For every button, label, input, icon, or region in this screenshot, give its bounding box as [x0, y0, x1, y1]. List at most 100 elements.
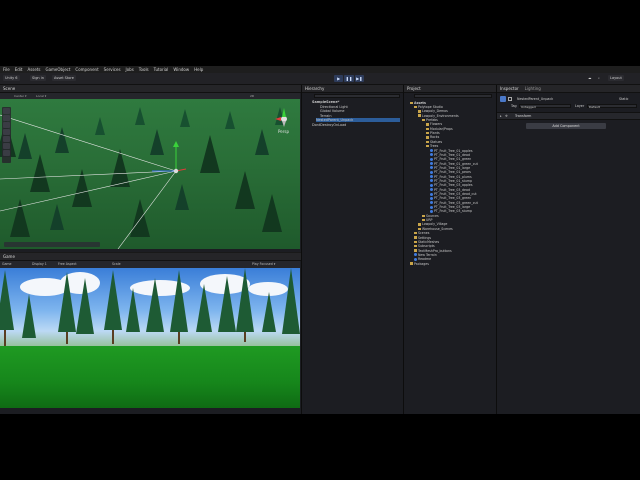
game-tree [126, 288, 140, 332]
static-toggle[interactable]: Static [619, 97, 628, 101]
scale-tool-icon[interactable] [3, 129, 10, 135]
account-button[interactable]: Unity 6 [3, 75, 20, 81]
inspector-panel: NestedParent_Unpack Static Tag Untagged … [497, 93, 640, 414]
folder-icon [410, 101, 413, 105]
unity-editor-window: File Edit Assets GameObject Component Service… [0, 66, 640, 414]
move-tool-icon[interactable] [3, 115, 10, 121]
divider[interactable] [301, 85, 302, 414]
rect-tool-icon[interactable] [3, 136, 10, 142]
project-search-input[interactable] [414, 94, 492, 98]
layer-dropdown[interactable]: Default [587, 104, 637, 109]
step-button[interactable]: ▶❚ [354, 75, 364, 82]
folder-icon [410, 262, 413, 265]
play-button[interactable]: ▶ [334, 75, 344, 82]
folder-icon [414, 105, 417, 109]
tab-scene[interactable]: Scene [0, 85, 18, 92]
orientation-gizmo[interactable]: Persp [274, 105, 294, 135]
tree-trunk [244, 332, 246, 342]
hierarchy-item-selected[interactable]: NestedParent_Unpack [316, 118, 400, 122]
tree-trunk [112, 330, 114, 344]
menu-item-gameobject[interactable]: GameObject [45, 66, 70, 73]
game-mode-dropdown[interactable]: Game [2, 262, 12, 267]
scene-root[interactable]: SampleScene* [312, 100, 339, 104]
menu-item-file[interactable]: File [3, 66, 10, 73]
game-tree [170, 270, 188, 332]
display-dropdown[interactable]: Display 1 [32, 262, 47, 267]
menu-item-assets[interactable]: Assets [27, 66, 40, 73]
tag-label: Tag [511, 104, 517, 108]
cloud-icon[interactable]: ☁ [586, 75, 594, 81]
pivot-local-dropdown[interactable]: Local ▾ [36, 94, 46, 98]
prefab-icon [430, 153, 433, 157]
tag-dropdown[interactable]: Untagged [519, 104, 571, 109]
hand-tool-icon[interactable] [3, 108, 10, 114]
menu-item-jobs[interactable]: Jobs [126, 66, 134, 73]
hierarchy-item[interactable]: DontDestroyOnLoad [312, 123, 346, 127]
transform-tool-icon[interactable] [3, 143, 10, 149]
2d-toggle[interactable]: 2D [250, 94, 254, 98]
play-controls: ▶ ❚❚ ▶❚ [334, 75, 364, 82]
play-focused-dropdown[interactable]: Play Focused ▾ [252, 262, 275, 267]
scale-slider-label[interactable]: Scale [112, 262, 121, 267]
hierarchy-item[interactable]: Global Volume [320, 109, 345, 113]
pause-button[interactable]: ❚❚ [344, 75, 354, 82]
menu-item-tools[interactable]: Tools [139, 66, 149, 73]
rotate-tool-icon[interactable] [3, 122, 10, 128]
prefab-icon [430, 196, 433, 200]
menu-item-edit[interactable]: Edit [15, 66, 23, 73]
hierarchy-item[interactable]: Directional Light [320, 105, 348, 109]
search-icon[interactable]: ⌕ [596, 75, 602, 81]
tree-trunk [178, 332, 180, 344]
menu-item-window[interactable]: Window [173, 66, 189, 73]
tab-hierarchy[interactable]: Hierarchy [302, 85, 327, 92]
scene-tab-bar: Scene [0, 85, 301, 93]
scene-panel: Center ▾ Local ▾ 2D Persp [0, 93, 301, 252]
tab-lighting[interactable]: Lighting [522, 85, 544, 92]
asset-store-button[interactable]: Asset Store [52, 75, 76, 81]
folder-icon [414, 231, 417, 235]
project-folder[interactable]: Packages [410, 262, 429, 266]
folder-icon [418, 227, 421, 231]
tab-project[interactable]: Project [404, 85, 424, 92]
transform-header[interactable]: ▸ ✥ Transform [497, 112, 640, 120]
transform-label: Transform [515, 114, 532, 118]
folder-icon [426, 123, 429, 126]
scene-tool-strip [2, 107, 11, 163]
folder-icon [414, 240, 417, 244]
game-tree [104, 270, 122, 330]
project-panel: Assets Polytope Studio Lowpoly_Demos Lowpo… [404, 93, 496, 414]
sign-in-button[interactable]: Sign in [30, 75, 46, 81]
aspect-dropdown[interactable]: Free Aspect [58, 262, 77, 267]
active-checkbox[interactable] [508, 97, 512, 101]
menu-item-component[interactable]: Component [75, 66, 98, 73]
tab-inspector[interactable]: Inspector [497, 85, 522, 92]
add-component-button[interactable]: Add Component [526, 123, 606, 129]
menu-item-help[interactable]: Help [194, 66, 203, 73]
divider[interactable] [496, 85, 497, 414]
prefab-icon [414, 257, 417, 261]
pivot-center-dropdown[interactable]: Center ▾ [14, 94, 27, 98]
layout-dropdown[interactable]: Layout [608, 75, 624, 81]
project-tab-bar: Project [404, 85, 496, 93]
prefab-icon [430, 188, 433, 192]
divider[interactable] [403, 85, 404, 414]
game-tree [146, 278, 164, 332]
game-tree [58, 272, 76, 332]
prefab-icon [430, 149, 433, 152]
folder-icon [422, 218, 425, 222]
folder-icon [426, 140, 429, 144]
object-name-field[interactable]: NestedParent_Unpack [517, 97, 553, 101]
tree-trunk [66, 332, 68, 344]
prefab-icon [430, 157, 433, 161]
custom-tool-icon[interactable] [3, 150, 10, 156]
folder-icon [414, 244, 417, 248]
game-viewport[interactable] [0, 268, 300, 408]
menu-item-services[interactable]: Services [104, 66, 121, 73]
grass-field [0, 346, 300, 408]
tab-game[interactable]: Game [0, 253, 18, 260]
hierarchy-item[interactable]: Terrain [320, 114, 331, 118]
scene-viewport[interactable]: Persp [0, 99, 300, 249]
hierarchy-search-input[interactable] [314, 94, 400, 98]
menu-item-tutorial[interactable]: Tutorial [154, 66, 169, 73]
scene-overlay-toolbar[interactable] [4, 242, 100, 247]
